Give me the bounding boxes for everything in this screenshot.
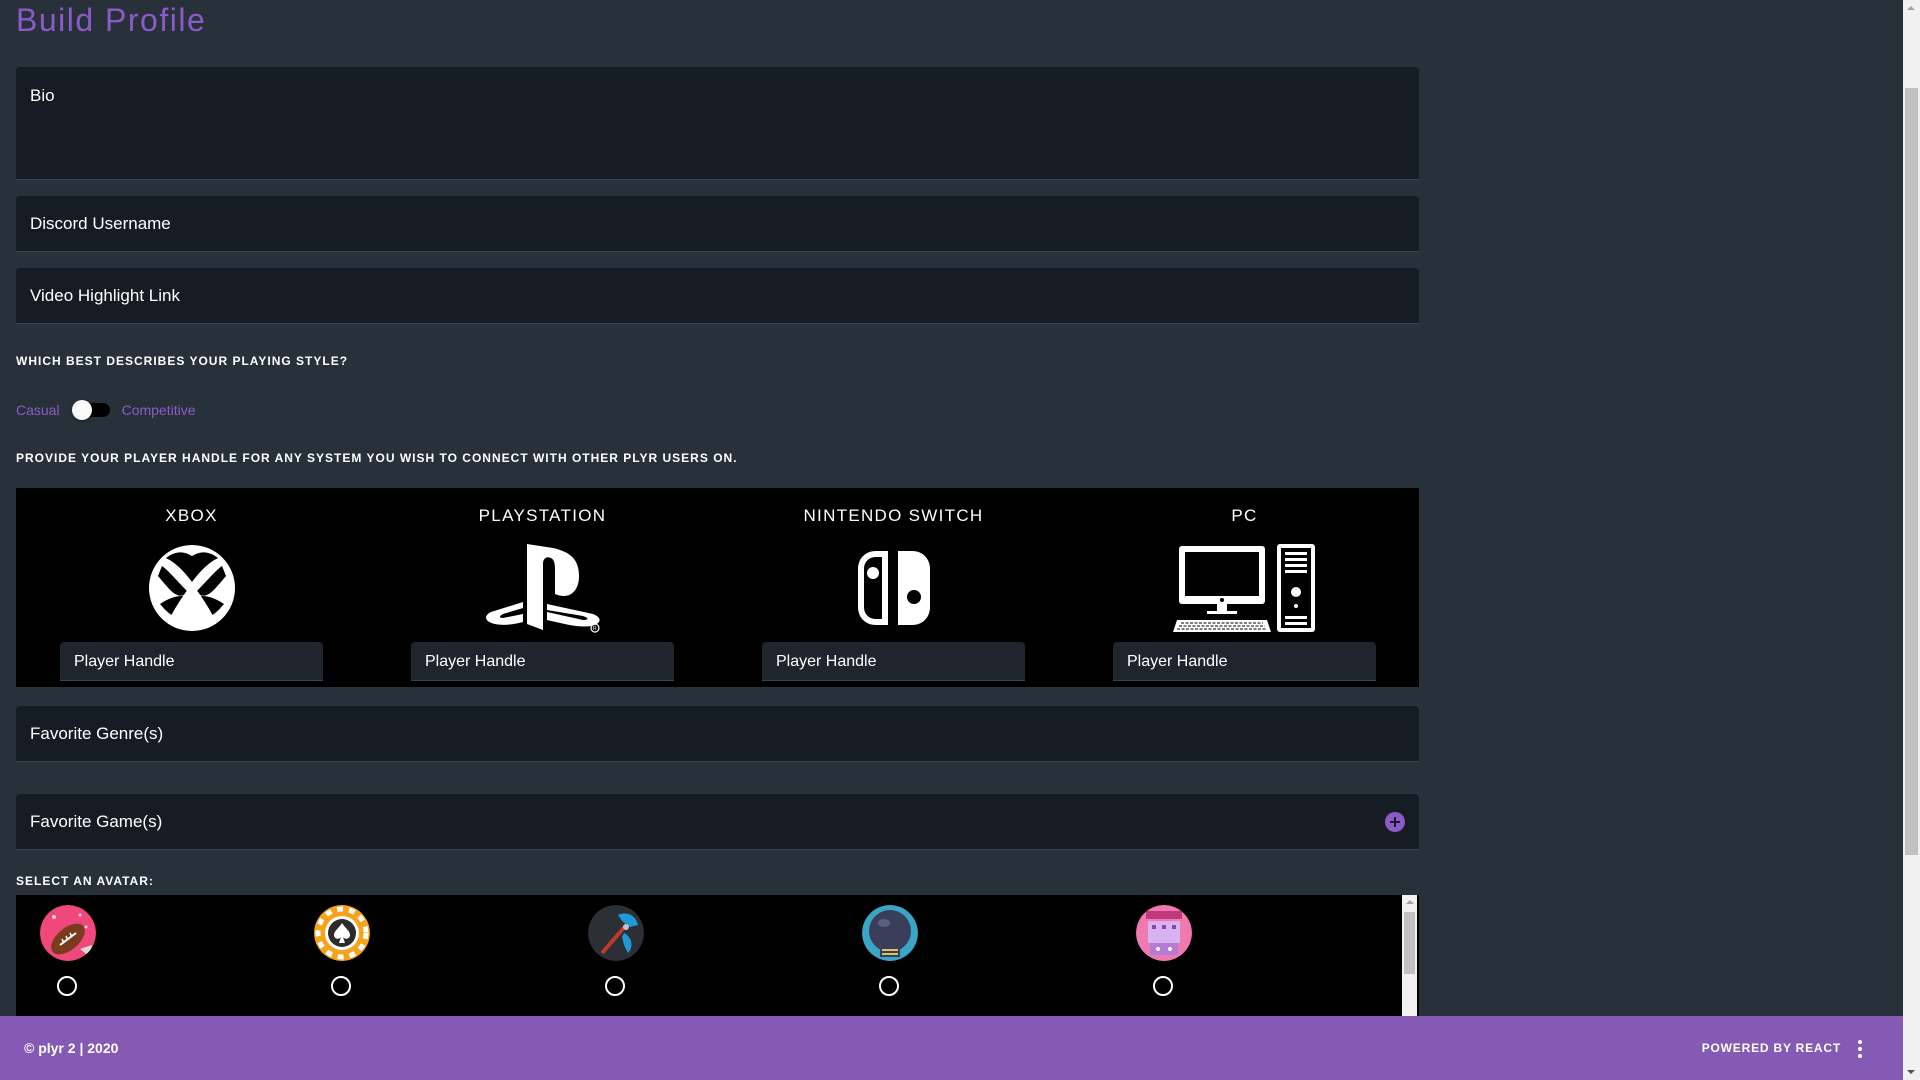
page-scrollbar[interactable] [1903, 0, 1920, 1080]
playstation-logo-icon: R [367, 540, 718, 636]
more-vertical-icon[interactable] [1853, 1040, 1867, 1058]
favorite-genres-select[interactable]: Favorite Genre(s) [16, 706, 1419, 762]
avatar-option-football[interactable] [38, 905, 98, 1005]
bio-field[interactable]: Bio [16, 67, 1419, 180]
playing-style-toggle[interactable] [71, 400, 112, 420]
chevron-down-icon [1387, 732, 1397, 737]
footer-powered-by: POWERED BY REACT [1701, 1041, 1841, 1055]
style-competitive-label: Competitive [121, 402, 196, 418]
page-scrollbar-thumb[interactable] [1905, 88, 1918, 855]
toggle-thumb [71, 400, 92, 420]
add-circle-icon[interactable] [1385, 812, 1405, 832]
avatar-option-battle-axe[interactable] [586, 905, 646, 1005]
avatar-radio-battle-axe[interactable] [605, 976, 625, 996]
poker-chip-avatar-icon [314, 905, 370, 961]
footer-copyright: © plyr 2 | 2020 [24, 1040, 119, 1056]
avatar-radio-football[interactable] [57, 976, 77, 996]
battle-axe-avatar-icon [588, 905, 644, 961]
bio-label: Bio [30, 86, 55, 105]
avatar-option-poker-chip[interactable] [312, 905, 372, 1005]
playing-style-question: WHICH BEST DESCRIBES YOUR PLAYING STYLE? [16, 354, 349, 368]
platform-handles-panel: XBOX Player Handle PLAYSTATION R Player … [16, 488, 1419, 687]
boxing-glove-avatar-icon [862, 905, 918, 961]
style-casual-label: Casual [16, 402, 60, 418]
platform-name-playstation: PLAYSTATION [478, 506, 607, 525]
platform-playstation: PLAYSTATION R Player Handle [367, 488, 718, 687]
xbox-handle-field[interactable]: Player Handle [60, 642, 323, 681]
avatar-radio-arcade[interactable] [1153, 976, 1173, 996]
nintendo-switch-handle-label: Player Handle [776, 653, 877, 670]
favorite-genres-label: Favorite Genre(s) [30, 724, 164, 743]
avatar-option-arcade[interactable] [1134, 905, 1194, 1005]
scroll-up-arrow-icon[interactable] [1907, 6, 1915, 10]
platform-pc: PC Player Handle [1069, 488, 1420, 687]
football-avatar-icon [40, 905, 96, 961]
nintendo-switch-handle-field[interactable]: Player Handle [762, 642, 1025, 681]
platform-name-pc: PC [1231, 506, 1258, 525]
pc-handle-label: Player Handle [1127, 653, 1228, 670]
footer: © plyr 2 | 2020 POWERED BY REACT [0, 1016, 1903, 1080]
platform-name-nintendo-switch: NINTENDO SWITCH [803, 506, 984, 525]
discord-username-label: Discord Username [30, 214, 171, 233]
video-highlight-link-label: Video Highlight Link [30, 286, 180, 305]
scroll-up-arrow-icon[interactable] [1406, 900, 1414, 904]
avatar-picker [16, 895, 1419, 1016]
playstation-handle-label: Player Handle [425, 653, 526, 670]
scroll-down-arrow-icon[interactable] [1907, 1070, 1915, 1074]
page-scroll-area: Build Profile Bio Discord Username Video… [0, 0, 1903, 1016]
nintendo-switch-logo-icon [718, 540, 1069, 636]
menu-dot [1858, 1047, 1862, 1051]
menu-dot [1858, 1054, 1862, 1058]
platform-name-xbox: XBOX [165, 506, 218, 525]
platform-nintendo-switch: NINTENDO SWITCH Player Handle [718, 488, 1069, 687]
pc-handle-field[interactable]: Player Handle [1113, 642, 1376, 681]
pc-computer-icon [1069, 540, 1420, 636]
avatar-option-boxing-glove[interactable] [860, 905, 920, 1005]
avatar-picker-scrollbar[interactable] [1402, 895, 1417, 1016]
avatar-radio-boxing-glove[interactable] [879, 976, 899, 996]
video-highlight-link-field[interactable]: Video Highlight Link [16, 268, 1419, 324]
select-avatar-caption: SELECT AN AVATAR: [16, 874, 154, 888]
platform-xbox: XBOX Player Handle [16, 488, 367, 687]
arcade-avatar-icon [1136, 905, 1192, 961]
playing-style-row: Casual Competitive [16, 400, 196, 420]
playstation-handle-field[interactable]: Player Handle [411, 642, 674, 681]
svg-text:R: R [593, 626, 597, 632]
favorite-games-field[interactable]: Favorite Game(s) [16, 794, 1419, 850]
discord-username-field[interactable]: Discord Username [16, 196, 1419, 252]
xbox-logo-icon [16, 540, 367, 636]
xbox-handle-label: Player Handle [74, 653, 175, 670]
scrollbar-thumb[interactable] [1404, 912, 1415, 974]
player-handles-question: PROVIDE YOUR PLAYER HANDLE FOR ANY SYSTE… [16, 451, 738, 465]
avatar-radio-poker-chip[interactable] [331, 976, 351, 996]
favorite-games-label: Favorite Game(s) [30, 812, 163, 831]
page-title: Build Profile [16, 2, 207, 38]
menu-dot [1858, 1040, 1862, 1044]
